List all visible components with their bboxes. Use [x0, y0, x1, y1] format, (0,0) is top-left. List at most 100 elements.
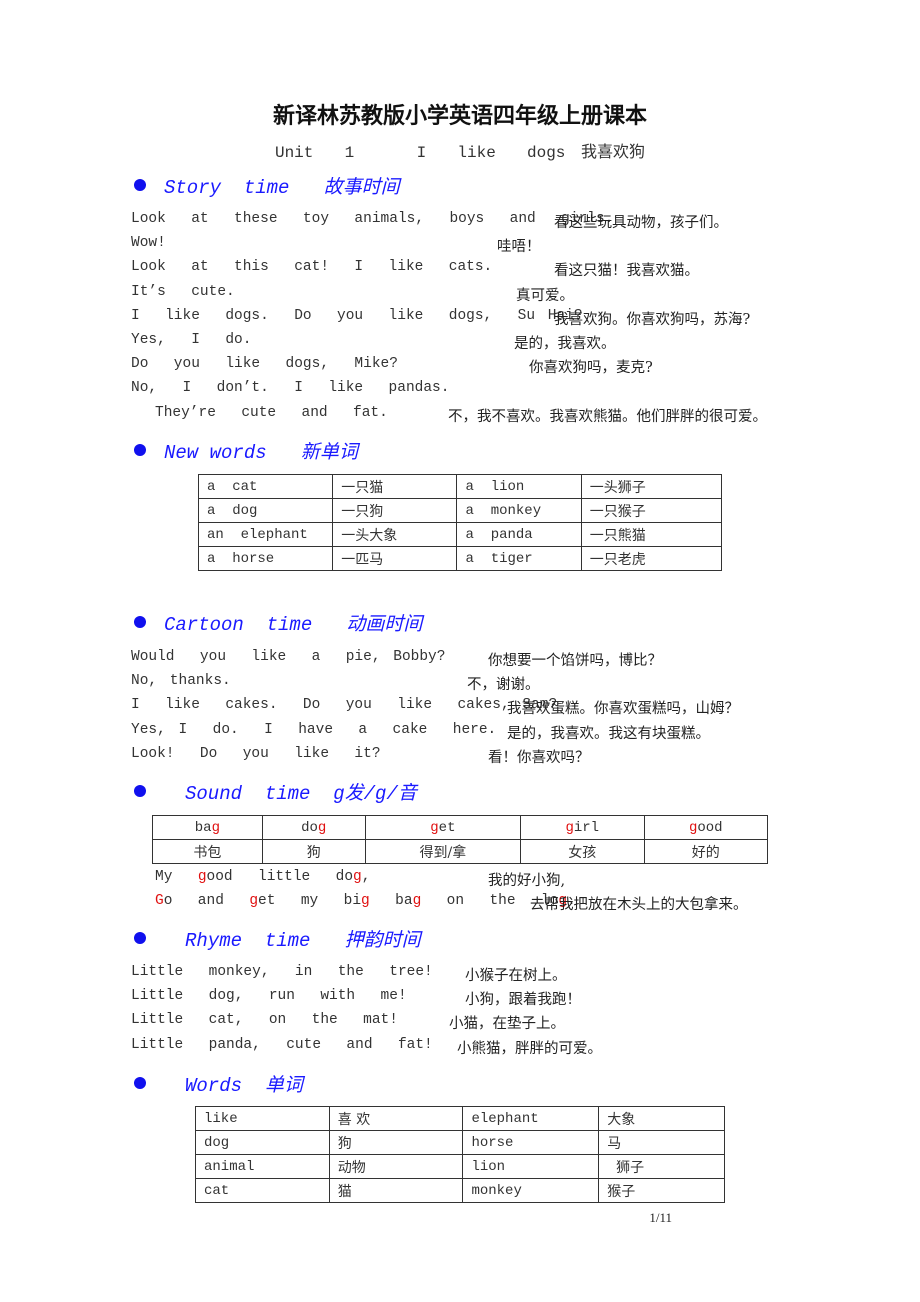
- section-heading-new-words: New words 新单词: [164, 442, 358, 464]
- table-row: a dog 一只狗 a monkey 一只猴子: [197, 498, 723, 523]
- unit-subtitle: Unit 1 I like dogs 我喜欢狗: [274, 144, 646, 162]
- sound-meaning-cell: 女孩: [520, 839, 645, 864]
- story-line-translation: 你喜欢狗吗，麦克?: [529, 360, 653, 377]
- cartoon-line-english: Yes, I do. I have a cake here.: [131, 721, 497, 738]
- rhyme-line-english: Little dog, run with me!: [131, 988, 407, 1005]
- story-line-translation: 不，我不喜欢。我喜欢熊猫。他们胖胖的很可爱。: [448, 408, 767, 425]
- chinese-meaning-cell: 动物: [328, 1154, 464, 1179]
- bullet-icon: [134, 616, 146, 628]
- sound-line-1-translation: 我的好小狗,: [488, 873, 566, 889]
- english-word-cell: animal: [195, 1154, 330, 1179]
- cartoon-line-english: Look! Do you like it?: [131, 745, 381, 762]
- rhyme-line-translation: 小猫，在垫子上。: [449, 1016, 565, 1033]
- rhyme-line-translation: 小熊猫，胖胖的可爱。: [457, 1040, 602, 1057]
- story-line-translation: 我喜欢狗。你喜欢狗吗，苏海?: [554, 311, 751, 328]
- sound-meaning-cell: 书包: [152, 839, 263, 864]
- english-word-cell: elephant: [462, 1106, 600, 1131]
- chinese-meaning-cell: 一只老虎: [580, 546, 723, 571]
- chinese-meaning-cell: 大象: [598, 1106, 725, 1131]
- table-row: a cat 一只猫 a lion 一头狮子: [197, 474, 723, 499]
- chinese-meaning-cell: 一匹马: [332, 546, 458, 571]
- story-line-translation: 真可爱。: [516, 287, 574, 304]
- english-word-cell: a horse: [197, 546, 334, 571]
- chinese-meaning-cell: 狮子: [598, 1154, 725, 1179]
- bullet-icon: [134, 785, 146, 797]
- chinese-meaning-cell: 狗: [328, 1130, 464, 1155]
- table-row: 书包狗得到/拿 女孩 好的: [152, 839, 769, 864]
- story-line-english: No, I don’t. I like pandas.: [131, 380, 450, 397]
- sound-word-cell: dog: [261, 815, 366, 840]
- rhyme-line-translation: 小猴子在树上。: [465, 968, 567, 984]
- rhyme-line-english: Little panda, cute and fat!: [131, 1036, 433, 1053]
- bullet-icon: [134, 444, 146, 456]
- bullet-icon: [134, 179, 146, 191]
- chinese-meaning-cell: 猫: [328, 1178, 464, 1203]
- chinese-meaning-cell: 一头狮子: [580, 474, 723, 499]
- table-row: bag dog get girl good: [152, 815, 769, 840]
- section-heading-cartoon: Cartoon time 动画时间: [164, 614, 423, 636]
- english-word-cell: a lion: [456, 474, 582, 499]
- page-number: 1/11: [649, 1210, 672, 1225]
- cartoon-line-translation: 不，谢谢。: [467, 677, 540, 694]
- chinese-meaning-cell: 猴子: [598, 1178, 725, 1203]
- section-heading-story: Story time 故事时间: [164, 177, 400, 199]
- english-word-cell: a cat: [197, 474, 334, 499]
- english-word-cell: a panda: [456, 522, 582, 547]
- sound-line-1: My good little dog,: [155, 869, 371, 885]
- english-word-cell: dog: [195, 1130, 330, 1155]
- new-words-table: a cat 一只猫 a lion 一头狮子 a dog 一只狗 a monkey 一只猴子 an…: [197, 474, 723, 571]
- story-line-english: I like dogs. Do you like dogs, Su Hai?: [131, 307, 583, 324]
- cartoon-line-english: I like cakes. Do you like cakes, Sam?: [131, 697, 558, 714]
- rhyme-line-translation: 小狗，跟着我跑！: [465, 992, 581, 1009]
- cartoon-line-translation: 你想要一个馅饼吗，博比？: [488, 653, 662, 669]
- sound-word-cell: girl: [520, 815, 645, 840]
- english-word-cell: a tiger: [456, 546, 582, 571]
- chinese-meaning-cell: 马: [598, 1130, 725, 1155]
- story-line-translation: 看这只猫！我喜欢猫。: [554, 263, 699, 280]
- sound-line-2: Go and get my big bag on the log.: [155, 893, 576, 909]
- table-row: animal 动物 lion 狮子: [195, 1154, 725, 1179]
- english-word-cell: cat: [195, 1178, 330, 1203]
- story-line-translation: 是的，我喜欢。: [514, 336, 616, 352]
- english-word-cell: monkey: [462, 1178, 600, 1203]
- english-word-cell: a monkey: [456, 498, 582, 523]
- sound-word-cell: bag: [152, 815, 263, 840]
- chinese-meaning-cell: 一只狗: [332, 498, 458, 523]
- story-line-english: Look at these toy animals, boys and girl…: [131, 211, 614, 227]
- cartoon-line-english: No, thanks.: [131, 673, 231, 690]
- english-word-cell: an elephant: [197, 522, 334, 547]
- words-table: like 喜 欢 elephant 大象 dog 狗 horse 马 animal 动物 lion …: [195, 1106, 725, 1203]
- english-word-cell: lion: [462, 1154, 600, 1179]
- story-line-translation: 哇唔！: [497, 239, 541, 256]
- chinese-meaning-cell: 一头大象: [332, 522, 458, 547]
- rhyme-line-english: Little cat, on the mat!: [131, 1012, 398, 1029]
- cartoon-line-english: Would you like a pie, Bobby?: [131, 649, 446, 665]
- chinese-meaning-cell: 喜 欢: [328, 1106, 464, 1131]
- section-heading-sound: Sound time g发/g/音: [185, 783, 417, 805]
- cartoon-line-translation: 我喜欢蛋糕。你喜欢蛋糕吗，山姆？: [507, 701, 739, 718]
- story-line-english: They’re cute and fat.: [155, 404, 388, 421]
- chinese-meaning-cell: 一只熊猫: [580, 522, 723, 547]
- sound-line-2-translation: 去帮我把放在木头上的大包拿来。: [530, 897, 748, 913]
- bullet-icon: [134, 932, 146, 944]
- table-row: cat 猫 monkey 猴子: [195, 1178, 725, 1203]
- story-line-translation: 看这些玩具动物，孩子们。: [554, 215, 728, 231]
- story-line-english: Yes, I do.: [131, 332, 252, 348]
- section-heading-rhyme: Rhyme time 押韵时间: [185, 930, 421, 952]
- section-heading-words: Words 单词: [185, 1075, 303, 1097]
- story-line-english: Look at this cat! I like cats.: [131, 259, 493, 276]
- english-word-cell: like: [195, 1106, 330, 1131]
- sound-word-cell: good: [643, 815, 769, 840]
- rhyme-line-english: Little monkey, in the tree!: [131, 964, 433, 980]
- table-row: like 喜 欢 elephant 大象: [195, 1106, 725, 1131]
- sound-word-cell: get: [364, 815, 522, 840]
- sound-meaning-cell: 好的: [643, 839, 769, 864]
- table-row: dog 狗 horse 马: [195, 1130, 725, 1155]
- document-title: 新译林苏教版小学英语四年级上册课本: [272, 103, 647, 129]
- english-word-cell: horse: [462, 1130, 600, 1155]
- table-row: a horse 一匹马 a tiger 一只老虎: [197, 546, 723, 571]
- table-row: an elephant 一头大象 a panda 一只熊猫: [197, 522, 723, 547]
- cartoon-line-translation: 是的，我喜欢。我这有块蛋糕。: [507, 725, 710, 742]
- sound-meaning-cell: 狗: [261, 839, 366, 864]
- chinese-meaning-cell: 一只猴子: [580, 498, 723, 523]
